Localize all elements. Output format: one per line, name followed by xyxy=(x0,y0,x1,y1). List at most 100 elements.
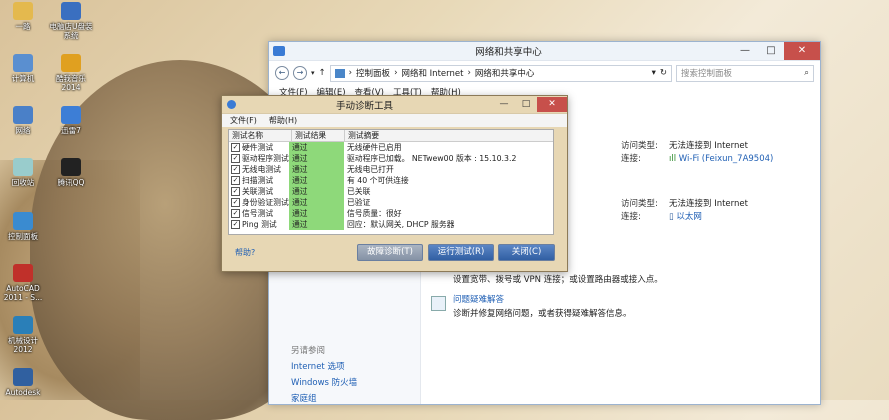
dialog-menu-file[interactable]: 文件(F) xyxy=(230,115,257,126)
desktop-icon[interactable]: 网络 xyxy=(0,106,46,135)
breadcrumb-item[interactable]: 网络和共享中心 xyxy=(475,67,535,79)
desktop-icon-label: 酷我音乐 2014 xyxy=(56,74,86,92)
table-row[interactable]: ✓ 身份验证测试 通过 已验证 xyxy=(229,197,553,208)
desktop-icon-label: 网络 xyxy=(15,126,31,135)
dropdown-icon[interactable]: ▾ xyxy=(652,68,656,78)
test-name: 身份验证测试 xyxy=(242,198,289,207)
row-checkbox[interactable]: ✓ xyxy=(231,176,240,185)
desktop-icon-label: 机械设计 2012 xyxy=(8,336,38,354)
table-row[interactable]: ✓ 驱动程序测试 通过 驱动程序已加载。 NETwew00 版本 : 15.10.3.… xyxy=(229,153,553,164)
wifi-icon: ıll xyxy=(669,154,679,164)
test-result: 通过 xyxy=(289,175,344,186)
desktop-icon[interactable]: 迅雷7 xyxy=(48,106,94,135)
test-summary: 已关联 xyxy=(347,187,371,196)
help-link[interactable]: 帮助? xyxy=(235,247,255,258)
table-row[interactable]: ✓ 无线电测试 通过 无线电已打开 xyxy=(229,164,553,175)
folder-icon xyxy=(13,2,33,20)
window-titlebar: 网络和共享中心 — □ ✕ xyxy=(269,42,820,61)
refresh-icon[interactable]: ↻ xyxy=(660,68,667,78)
breadcrumb-item[interactable]: 控制面板 xyxy=(356,67,390,79)
table-row[interactable]: ✓ 扫描测试 通过有 40 个可供连接 xyxy=(229,175,553,186)
diagnostic-dialog: 手动诊断工具 — □ ✕ 文件(F) 帮助(H) 测试名称 测试结果 测试摘要 … xyxy=(221,95,568,272)
desktop-icon-label: 一路 xyxy=(15,22,31,31)
dialog-maximize-button[interactable]: □ xyxy=(515,97,537,112)
computer-icon xyxy=(13,54,33,72)
network-1-info: 访问类型: 无法连接到 Internet 连接: ıll Wi-Fi (Feixun… xyxy=(621,141,774,164)
desktop-icon[interactable]: 酷我音乐 2014 xyxy=(48,54,94,92)
network-2-info: 访问类型: 无法连接到 Internet 连接: ▯ 以太网 xyxy=(621,199,748,222)
row-checkbox[interactable]: ✓ xyxy=(231,143,240,152)
test-result: 通过 xyxy=(289,153,344,164)
firewall-link[interactable]: Windows 防火墙 xyxy=(291,375,357,391)
test-name: 信号测试 xyxy=(242,209,274,218)
table-row[interactable]: ✓ Ping 测试 通过 回应：默认网关, DHCP 服务器 xyxy=(229,219,553,230)
dialog-minimize-button[interactable]: — xyxy=(493,97,515,112)
desktop-icon[interactable]: 电脑店U盘装 系统 xyxy=(48,2,94,40)
desktop-icon-label: 电脑店U盘装 系统 xyxy=(49,22,93,40)
dialog-title: 手动诊断工具 xyxy=(335,100,393,112)
troubleshoot-button[interactable]: 故障诊断(T) xyxy=(357,244,423,261)
close-button[interactable]: ✕ xyxy=(784,42,820,60)
test-result: 通过 xyxy=(289,219,344,230)
minimize-button[interactable]: — xyxy=(732,42,758,60)
test-summary: 已验证 xyxy=(347,198,371,207)
internet-options-link[interactable]: Internet 选项 xyxy=(291,359,357,375)
dialog-titlebar: 手动诊断工具 — □ ✕ xyxy=(222,96,567,113)
desktop-icon[interactable]: 回收站 xyxy=(0,158,46,187)
wifi-connection-link[interactable]: Wi-Fi (Feixun_7A9504) xyxy=(679,154,774,164)
table-body: ✓ 硬件测试 通过 无线硬件已启用 ✓ 驱动程序测试 通过 驱动程序已加载。 NETwew00… xyxy=(229,142,553,230)
troubleshoot-icon xyxy=(431,296,446,311)
column-header[interactable]: 测试名称 xyxy=(229,130,292,141)
up-icon[interactable]: ↑ xyxy=(319,68,326,78)
task-setup-connection: 设置宽带、拨号或 VPN 连接；或设置路由器或接入点。 xyxy=(453,275,663,285)
back-icon[interactable]: ← xyxy=(275,66,289,80)
column-header[interactable]: 测试结果 xyxy=(292,130,345,141)
table-row[interactable]: ✓ 硬件测试 通过 无线硬件已启用 xyxy=(229,142,553,153)
task-troubleshoot: 问题疑难解答 诊断并修复网络问题，或者获得疑难解答信息。 xyxy=(431,293,632,321)
dialog-close-button[interactable]: ✕ xyxy=(537,97,567,112)
row-checkbox[interactable]: ✓ xyxy=(231,209,240,218)
row-checkbox[interactable]: ✓ xyxy=(231,165,240,174)
row-checkbox[interactable]: ✓ xyxy=(231,220,240,229)
breadcrumb-item[interactable]: 网络和 Internet xyxy=(401,67,463,79)
row-checkbox[interactable]: ✓ xyxy=(231,154,240,163)
desktop-icon[interactable]: AutoCAD 2011 - S... xyxy=(0,264,46,302)
recycle-bin-icon xyxy=(13,158,33,176)
forward-icon[interactable]: → xyxy=(293,66,307,80)
row-checkbox[interactable]: ✓ xyxy=(231,187,240,196)
desktop-icon[interactable]: 一路 xyxy=(0,2,46,31)
maximize-button[interactable]: □ xyxy=(758,42,784,60)
music-icon xyxy=(61,54,81,72)
desktop-icon[interactable]: Autodesk xyxy=(0,368,46,397)
test-summary: 驱动程序已加载。 NETwew00 版本 : 15.10.3.2 xyxy=(347,154,517,163)
troubleshoot-link[interactable]: 问题疑难解答 xyxy=(431,293,632,307)
app-icon xyxy=(13,316,33,334)
search-icon[interactable]: ⌕ xyxy=(804,68,809,78)
autodesk-icon xyxy=(13,368,33,386)
desktop-icon-label: 迅雷7 xyxy=(61,126,81,135)
dialog-footer: 帮助? 故障诊断(T) 运行测试(R) 关闭(C) xyxy=(222,241,567,263)
desktop-icon[interactable]: 腾讯QQ xyxy=(48,158,94,187)
desktop-icon[interactable]: 计算机 xyxy=(0,54,46,83)
table-row[interactable]: ✓ 信号测试 通过 信号质量：很好 xyxy=(229,208,553,219)
ethernet-connection-link[interactable]: 以太网 xyxy=(676,212,702,222)
test-result: 通过 xyxy=(289,164,344,175)
column-header[interactable]: 测试摘要 xyxy=(345,130,553,141)
dialog-menu-bar: 文件(F) 帮助(H) xyxy=(222,113,567,127)
homegroup-link[interactable]: 家庭组 xyxy=(291,391,357,407)
address-bar: ← → ▾ ↑ › 控制面板 › 网络和 Internet › 网络和共享中心 … xyxy=(269,61,820,85)
test-summary: 回应：默认网关, DHCP 服务器 xyxy=(347,220,455,229)
row-checkbox[interactable]: ✓ xyxy=(231,198,240,207)
table-row[interactable]: ✓ 关联测试 通过 已关联 xyxy=(229,186,553,197)
desktop-icon[interactable]: 机械设计 2012 xyxy=(0,316,46,354)
address-input[interactable]: › 控制面板 › 网络和 Internet › 网络和共享中心 ▾ ↻ xyxy=(329,64,672,82)
desktop-icon-label: 腾讯QQ xyxy=(57,178,85,187)
desktop-icon[interactable]: 控制面板 xyxy=(0,212,46,241)
test-result: 通过 xyxy=(289,208,344,219)
recent-dropdown-icon[interactable]: ▾ xyxy=(311,69,315,77)
search-input[interactable]: 搜索控制面板 ⌕ xyxy=(676,64,814,82)
close-dialog-button[interactable]: 关闭(C) xyxy=(498,244,555,261)
table-header: 测试名称 测试结果 测试摘要 xyxy=(229,130,553,142)
dialog-menu-help[interactable]: 帮助(H) xyxy=(269,115,297,126)
run-test-button[interactable]: 运行测试(R) xyxy=(428,244,494,261)
